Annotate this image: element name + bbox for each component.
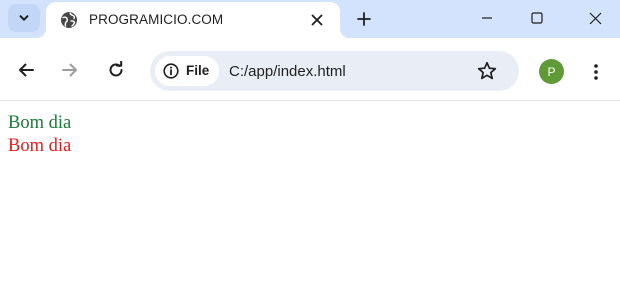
reload-icon [109,61,123,77]
tab-strip: PROGRAMICIO.COM [0,0,620,38]
address-bar[interactable]: File C:/app/index.html [150,51,519,91]
arrow-right-icon [62,63,77,77]
greeting-line-green: Bom dia [8,113,72,133]
star-icon [477,61,497,80]
active-tab[interactable]: PROGRAMICIO.COM [36,2,350,38]
tab-close-button[interactable] [308,11,326,29]
browser-menu-button[interactable] [584,59,608,85]
minimize-icon [482,17,492,19]
maximize-icon [531,12,543,24]
arrow-left-icon [19,63,34,77]
back-button[interactable] [12,56,40,84]
reload-button[interactable] [102,56,130,84]
profile-avatar[interactable]: P [539,59,564,84]
chevron-down-icon [19,15,29,21]
bookmark-button[interactable] [475,60,499,82]
plus-icon [357,12,371,26]
kebab-menu-icon [594,64,598,80]
url-text[interactable]: C:/app/index.html [229,63,346,80]
window-close-button[interactable] [570,2,620,34]
site-chip-label: File [186,63,210,78]
greeting-line-red: Bom dia [8,136,72,156]
site-info-chip[interactable]: File [155,56,219,86]
new-tab-button[interactable] [351,6,377,32]
tab-title: PROGRAMICIO.COM [89,12,224,27]
close-icon [311,14,323,26]
forward-button[interactable] [56,56,84,84]
minimize-button[interactable] [462,2,512,34]
browser-toolbar: File C:/app/index.html P [0,38,620,101]
info-icon [163,63,179,79]
page-content: Bom dia Bom dia [8,112,71,158]
globe-icon [61,12,77,28]
close-icon [589,12,601,24]
maximize-button[interactable] [512,2,562,34]
